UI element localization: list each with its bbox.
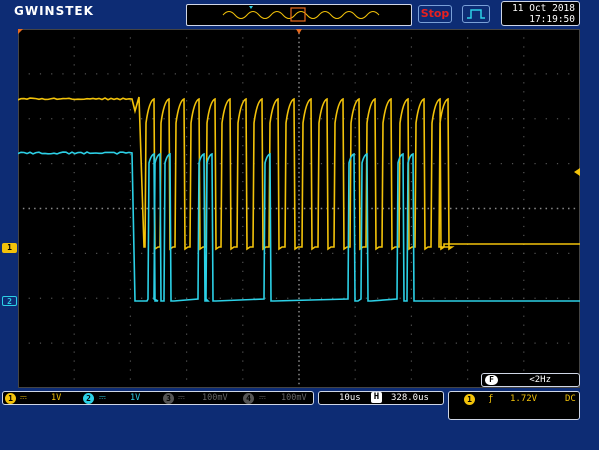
rising-edge-icon: ƒ (488, 394, 493, 404)
status-bar: 1 ⎓ 1V 2 ⎓ 1V 3 ⎓ 100mV 4 ⎓ 100mV 10us H… (0, 390, 599, 450)
ch2-ground-marker[interactable]: 2 (2, 296, 17, 306)
ch1-coupling-icon: ⎓ (20, 392, 27, 404)
horizontal-position-icon: H (371, 392, 382, 403)
ch1-number[interactable]: 1 (5, 393, 16, 404)
ch4-scale[interactable]: 100mV (281, 392, 307, 404)
trigger-coupling[interactable]: DC (565, 394, 576, 404)
channel-settings[interactable]: 1 ⎓ 1V 2 ⎓ 1V 3 ⎓ 100mV 4 ⎓ 100mV (2, 391, 314, 405)
trigger-mode-button[interactable] (462, 5, 490, 23)
timebase-position[interactable]: 328.0us (391, 392, 429, 404)
ch3-coupling-icon: ⎓ (178, 392, 185, 404)
frequency-value: <2Hz (529, 374, 551, 386)
ch4-coupling-icon: ⎓ (259, 392, 266, 404)
trigger-pulse-icon (463, 6, 489, 22)
date-text: 11 Oct 2018 (502, 3, 575, 14)
run-stop-button[interactable]: Stop (418, 5, 452, 23)
waveform-overview (186, 4, 412, 26)
trigger-position-icon (249, 6, 253, 9)
brand-logo: GWINSTEK (14, 4, 94, 18)
trigger-level[interactable]: 1.72V (510, 394, 537, 404)
traces (18, 29, 580, 388)
ch1-scale[interactable]: 1V (51, 392, 61, 404)
ch2-scale[interactable]: 1V (130, 392, 140, 404)
frequency-readout: F <2Hz (481, 373, 580, 387)
ch4-number[interactable]: 4 (243, 393, 254, 404)
frequency-label: F (485, 375, 498, 385)
ch3-scale[interactable]: 100mV (202, 392, 228, 404)
trigger-settings[interactable]: 1 ƒ 1.72V DC (448, 391, 580, 420)
ch2-trace (18, 152, 580, 301)
waveform-display[interactable]: F <2Hz (18, 29, 580, 388)
trigger-source[interactable]: 1 (464, 394, 475, 405)
ch1-ground-marker[interactable]: 1 (2, 243, 17, 253)
ch2-number[interactable]: 2 (83, 393, 94, 404)
ch3-number[interactable]: 3 (163, 393, 174, 404)
date-time-display: 11 Oct 2018 17:19:50 (501, 1, 580, 26)
ch1-trace (18, 97, 580, 249)
timebase-settings[interactable]: 10us H 328.0us (318, 391, 444, 405)
ch2-coupling-icon: ⎓ (99, 392, 106, 404)
time-text: 17:19:50 (502, 14, 575, 25)
timebase-scale[interactable]: 10us (339, 392, 361, 404)
